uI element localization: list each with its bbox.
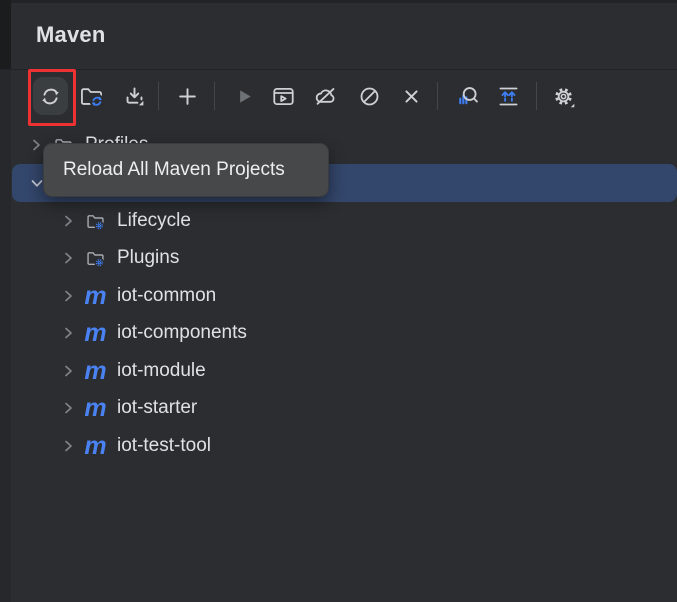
maven-module-icon: m — [85, 436, 106, 456]
red-highlight-annotation — [28, 69, 76, 126]
chevron-right-icon[interactable] — [60, 363, 76, 379]
tree-item-label: iot-starter — [117, 397, 197, 419]
maven-module-icon: m — [85, 286, 106, 306]
maven-module-icon: m — [85, 398, 106, 418]
folder-gear-icon — [85, 211, 106, 232]
maven-tool-window: Maven — [0, 0, 677, 602]
tree-row-iot-components[interactable]: m iot-components — [11, 314, 677, 352]
folder-gear-icon — [85, 248, 106, 269]
maven-module-icon: m — [85, 323, 106, 343]
tree-item-label: Plugins — [117, 247, 179, 269]
chevron-right-icon[interactable] — [60, 400, 76, 416]
tree-row-plugins[interactable]: Plugins — [11, 239, 677, 277]
chevron-right-icon[interactable] — [28, 137, 44, 153]
chevron-right-icon[interactable] — [60, 250, 76, 266]
tree-row-iot-common[interactable]: m iot-common — [11, 277, 677, 315]
tree-item-label: iot-common — [117, 285, 216, 307]
tree-row-iot-starter[interactable]: m iot-starter — [11, 389, 677, 427]
tree-row-lifecycle[interactable]: Lifecycle — [11, 202, 677, 240]
tree-item-label: iot-module — [117, 360, 206, 382]
chevron-right-icon[interactable] — [60, 438, 76, 454]
chevron-right-icon[interactable] — [60, 213, 76, 229]
tree-row-iot-test-tool[interactable]: m iot-test-tool — [11, 427, 677, 465]
chevron-right-icon[interactable] — [60, 325, 76, 341]
tree-row-iot-module[interactable]: m iot-module — [11, 352, 677, 390]
tree-item-label: iot-components — [117, 322, 247, 344]
tooltip-text: Reload All Maven Projects — [63, 159, 285, 181]
maven-module-icon: m — [85, 361, 106, 381]
tree-item-label: Lifecycle — [117, 210, 191, 232]
tooltip: Reload All Maven Projects — [43, 143, 329, 197]
chevron-right-icon[interactable] — [60, 288, 76, 304]
tree-item-label: iot-test-tool — [117, 435, 211, 457]
maven-projects-tree: Profiles Lifecycl — [0, 0, 677, 602]
